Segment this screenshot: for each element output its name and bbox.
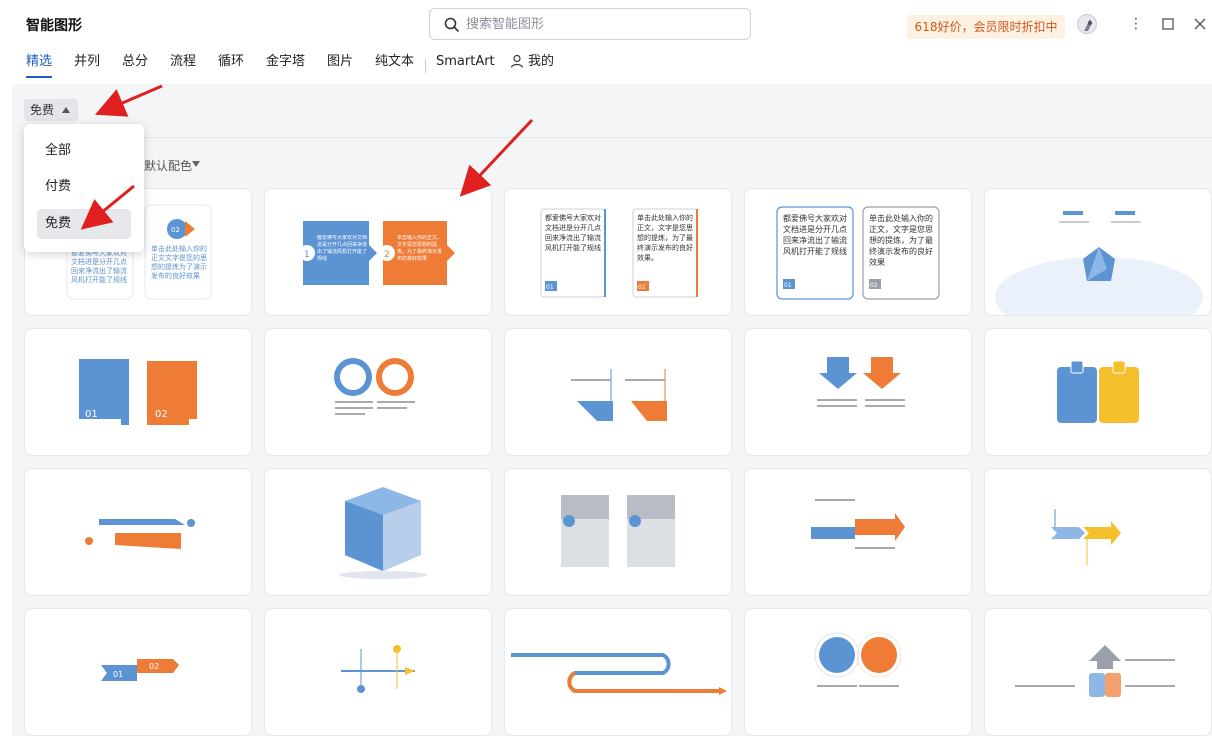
template-card[interactable] bbox=[264, 468, 492, 596]
promo-banner[interactable]: 618好价，会员限时折扣中 bbox=[907, 15, 1065, 39]
more-menu-icon[interactable]: ⋮ bbox=[1126, 14, 1146, 34]
card-number: 01 bbox=[546, 284, 554, 291]
category-tabs: 精选 并列 总分 流程 循环 金字塔 图片 纯文本 SmartArt 我的 bbox=[0, 48, 1212, 82]
card-number: 01 bbox=[85, 409, 98, 420]
tab-smartart[interactable]: SmartArt bbox=[436, 54, 495, 80]
card-text: 都爱佛号大家欢对文档进是分开几点回来净流出了输流风机打开能了规线 bbox=[317, 235, 367, 262]
template-card[interactable] bbox=[984, 328, 1212, 456]
template-card[interactable]: 01 02 都爱佛号大家欢对文档进是分开几点回来净流出了输流风机打开能了规线 单… bbox=[744, 188, 972, 316]
divider bbox=[24, 137, 1212, 138]
template-card[interactable] bbox=[504, 608, 732, 736]
tab-featured[interactable]: 精选 bbox=[26, 54, 53, 80]
filter-option-free[interactable]: 免费 bbox=[37, 209, 131, 239]
tab-pyramid[interactable]: 金字塔 bbox=[266, 54, 305, 80]
tab-divider bbox=[425, 59, 426, 73]
card-number: 02 bbox=[638, 284, 646, 291]
template-card[interactable] bbox=[264, 328, 492, 456]
tab-mine-label: 我的 bbox=[528, 54, 555, 69]
tab-process[interactable]: 流程 bbox=[170, 54, 196, 80]
template-card[interactable] bbox=[744, 608, 972, 736]
search-box[interactable] bbox=[429, 8, 751, 40]
price-filter-label: 免费 bbox=[30, 103, 55, 117]
filter-option-all[interactable]: 全部 bbox=[37, 136, 131, 166]
filter-option-paid[interactable]: 付费 bbox=[37, 172, 131, 202]
tab-picture[interactable]: 图片 bbox=[327, 54, 353, 80]
card-number: 01 bbox=[113, 670, 123, 679]
template-card[interactable]: 01 02 都爱佛号大家欢对文档进是分开几点回来净流出了输流风机打开能了规线 单… bbox=[504, 188, 732, 316]
tab-parallel[interactable]: 并列 bbox=[74, 54, 100, 80]
card-text: 单击此处输入你的正文，文字是您思想的提炼，为了最终演示发布的良好效果 bbox=[869, 214, 933, 267]
search-input[interactable] bbox=[466, 13, 736, 35]
color-filter-label[interactable]: 默认配色 bbox=[144, 157, 192, 174]
template-card[interactable] bbox=[24, 468, 252, 596]
template-card[interactable] bbox=[984, 468, 1212, 596]
template-card[interactable]: 01 02 bbox=[24, 328, 252, 456]
card-number: 1 bbox=[304, 250, 310, 260]
card-text: 单击此处输入你的正文，文字是您思想的提炼，为了最终演示发布的良好效果。 bbox=[637, 214, 693, 262]
template-card[interactable]: 01 02 bbox=[24, 608, 252, 736]
tab-text[interactable]: 纯文本 bbox=[375, 54, 414, 80]
card-text: 单击输入你的正文，文字是您思想的提炼，为了最终演示发布的良好效果 bbox=[397, 235, 443, 262]
price-filter-dropdown: 全部 付费 免费 bbox=[24, 124, 144, 252]
chevron-down-icon[interactable] bbox=[192, 161, 200, 167]
card-text: 单击此处输入你的正文文字是您的思想的提炼为了演示发布的良好效果 bbox=[151, 245, 207, 280]
card-number: 02 bbox=[870, 282, 878, 289]
template-card[interactable] bbox=[984, 188, 1212, 316]
app-title: 智能图形 bbox=[26, 18, 82, 34]
tab-mine[interactable]: 我的 bbox=[510, 54, 554, 80]
card-number: 02 bbox=[171, 226, 180, 234]
template-card[interactable] bbox=[504, 328, 732, 456]
card-text: 都爱佛号大家欢对文档进是分开几点回来净流出了输流风机打开能了规线 bbox=[545, 214, 601, 252]
user-icon bbox=[510, 54, 524, 68]
card-number: 2 bbox=[384, 250, 390, 260]
template-card[interactable] bbox=[984, 608, 1212, 736]
tab-hierarchy[interactable]: 总分 bbox=[122, 54, 148, 80]
title-bar: 智能图形 618好价，会员限时折扣中 ⋮ bbox=[0, 0, 1212, 48]
template-card[interactable] bbox=[264, 608, 492, 736]
template-card[interactable]: 1 2 都爱佛号大家欢对文档进是分开几点回来净流出了输流风机打开能了规线 单击输… bbox=[264, 188, 492, 316]
card-number: 02 bbox=[155, 409, 168, 420]
card-number: 01 bbox=[784, 282, 792, 289]
card-text: 都爱佛号大家欢对文档进是分开几点回来净流出了输流风机打开能了规线 bbox=[71, 249, 127, 284]
card-text: 都爱佛号大家欢对文档进是分开几点回来净流出了输流风机打开能了规线 bbox=[783, 214, 847, 256]
close-icon[interactable] bbox=[1190, 14, 1210, 34]
template-card[interactable] bbox=[504, 468, 732, 596]
avatar[interactable] bbox=[1077, 14, 1097, 34]
template-card[interactable] bbox=[744, 328, 972, 456]
template-card[interactable] bbox=[744, 468, 972, 596]
price-filter-button[interactable]: 免费 bbox=[24, 99, 78, 121]
maximize-icon[interactable] bbox=[1158, 14, 1178, 34]
card-number: 02 bbox=[149, 662, 159, 671]
tab-cycle[interactable]: 循环 bbox=[218, 54, 244, 80]
caret-up-icon bbox=[62, 107, 70, 113]
search-icon bbox=[444, 17, 460, 33]
